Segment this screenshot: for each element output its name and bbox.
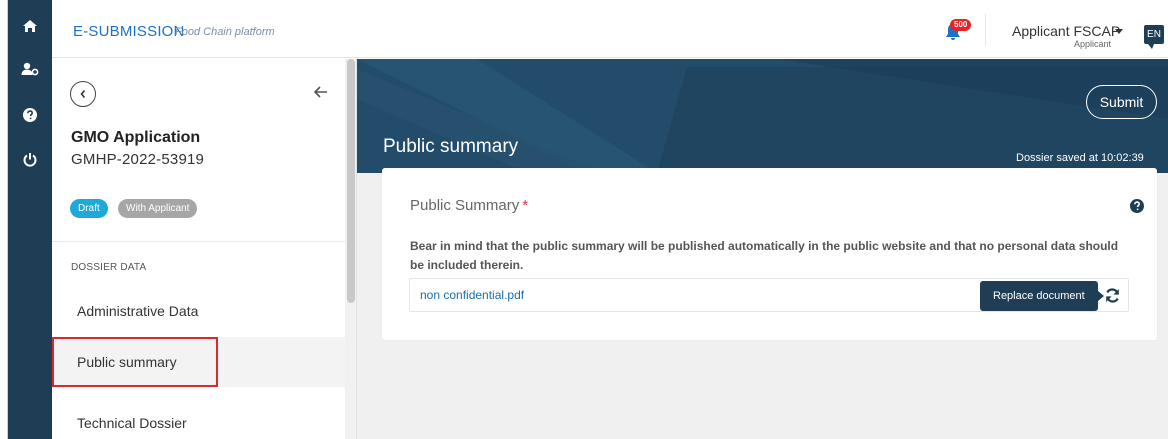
status-badge-draft: Draft [70,199,108,218]
home-icon [23,20,37,32]
file-link[interactable]: non confidential.pdf [420,288,524,302]
main-content: Public summary Submit Dossier saved at 1… [357,59,1168,439]
language-button[interactable]: EN [1144,25,1164,49]
sidebar-item-public-summary[interactable]: Public summary [52,337,345,387]
user-role: Applicant [1074,39,1112,49]
section-label-dossier-data: DOSSIER DATA [71,262,147,273]
rail-edge [0,0,8,439]
question-icon[interactable] [1130,199,1144,213]
help-button[interactable] [8,95,52,135]
replace-document-tooltip: Replace document [980,281,1104,311]
page-title: Public summary [383,136,519,157]
top-header: E-SUBMISSION Food Chain platform 500 App… [52,0,1168,58]
submit-button[interactable]: Submit [1086,85,1157,119]
sidebar-item-label: Technical Dossier [77,415,187,431]
user-settings-icon [21,62,39,76]
sidebar-item-administrative-data[interactable]: Administrative Data [52,286,345,336]
application-title: GMO Application [71,129,201,146]
home-button[interactable] [8,6,52,46]
sidebar-item-label: Public summary [77,354,177,370]
refresh-icon[interactable] [1104,287,1121,304]
caret-down-icon[interactable] [1115,29,1123,34]
scrollbar-thumb[interactable] [347,59,355,303]
logout-button[interactable] [8,139,52,179]
privacy-notice: Bear in mind that the public summary wil… [410,239,1119,272]
save-status: Dossier saved at 10:02:39 [1016,152,1144,164]
field-label-public-summary: Public Summary * [410,197,529,214]
status-badge-with-applicant: With Applicant [118,199,198,218]
sidebar-item-technical-dossier[interactable]: Technical Dossier [52,398,345,439]
user-menu[interactable]: Applicant FSCAP [1012,23,1120,39]
help-icon [23,108,37,122]
back-button[interactable] [70,81,96,107]
chevron-left-icon [80,89,86,99]
brand-subtitle: Food Chain platform [175,26,275,38]
sidebar-divider [52,241,345,242]
sidebar-scrollbar[interactable] [345,59,357,439]
sidebar: GMO Application GMHP-2022-53919 Draft Wi… [52,59,345,439]
user-settings-button[interactable] [8,49,52,89]
required-marker: * [522,197,529,214]
application-id: GMHP-2022-53919 [71,151,205,168]
page-banner: Public summary Submit Dossier saved at 1… [357,59,1168,173]
public-summary-card: Public Summary * Bear in mind that the pu… [382,168,1157,340]
sidebar-item-label: Administrative Data [77,303,199,319]
power-icon [23,152,37,167]
file-upload-field[interactable]: non confidential.pdf Replace document [409,278,1129,312]
brand-title[interactable]: E-SUBMISSION [73,23,185,40]
header-divider [985,14,986,46]
arrow-left-icon[interactable] [312,83,330,101]
notification-badge: 500 [950,19,972,31]
